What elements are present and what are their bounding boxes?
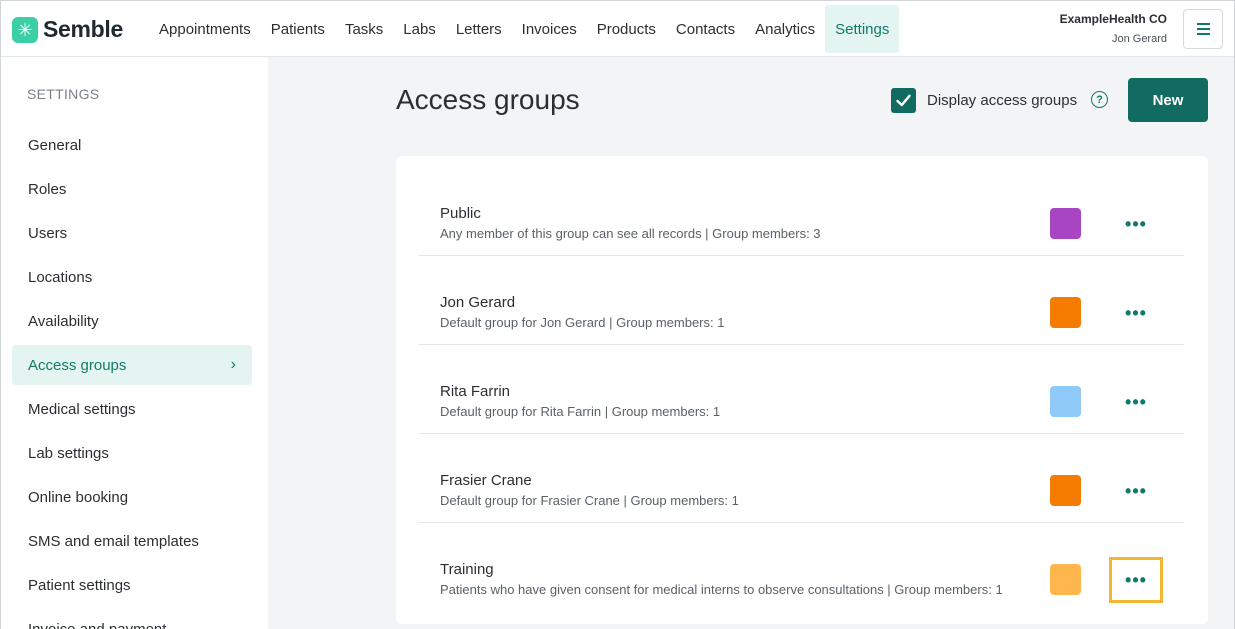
nav-contacts[interactable]: Contacts: [666, 5, 745, 53]
semble-logo-icon: ✳: [12, 16, 38, 43]
group-name: Rita Farrin: [440, 383, 511, 400]
semble-logo[interactable]: ✳ Semble: [12, 16, 123, 43]
sidebar-item-availability[interactable]: Availability: [12, 301, 252, 341]
nav-invoices[interactable]: Invoices: [512, 5, 587, 53]
sidebar-list: General Roles Users Locations Availabili…: [12, 125, 252, 629]
page-title: Access groups: [396, 84, 580, 115]
more-options-icon[interactable]: •••: [1109, 201, 1163, 247]
sidebar-item-label: Lab settings: [28, 444, 109, 462]
access-groups-list: Public Any member of this group can see …: [396, 156, 1208, 624]
group-color-swatch: [1050, 297, 1081, 328]
chevron-right-icon: ›: [230, 356, 236, 373]
sidebar-item-patient-settings[interactable]: Patient settings: [12, 565, 252, 605]
nav-labs[interactable]: Labs: [393, 5, 446, 53]
access-group-row: Training Patients who have given consent…: [419, 523, 1184, 612]
nav-tasks[interactable]: Tasks: [335, 5, 393, 53]
hamburger-icon-bar: [1196, 33, 1210, 35]
hamburger-icon-bar: [1196, 28, 1210, 30]
nav-analytics[interactable]: Analytics: [745, 5, 825, 53]
main-nav: Appointments Patients Tasks Labs Letters…: [149, 5, 900, 53]
main-content: Access groups Display access groups ? Ne…: [268, 57, 1234, 629]
group-name: Training: [440, 561, 494, 578]
sidebar-item-invoice-payment[interactable]: Invoice and payment: [12, 609, 252, 629]
group-description: Any member of this group can see all rec…: [440, 226, 821, 241]
checkmark-icon: [896, 94, 911, 107]
sidebar-item-online-booking[interactable]: Online booking: [12, 477, 252, 517]
more-options-icon[interactable]: •••: [1109, 557, 1163, 603]
display-access-groups-checkbox[interactable]: [891, 88, 916, 113]
group-name: Jon Gerard: [440, 294, 516, 311]
settings-sidebar: SETTINGS General Roles Users Locations A…: [1, 57, 268, 629]
org-name: ExampleHealth CO: [1059, 12, 1167, 26]
sidebar-item-label: Availability: [28, 312, 99, 330]
sidebar-item-users[interactable]: Users: [12, 213, 252, 253]
display-access-groups-toggle[interactable]: Display access groups: [891, 88, 1077, 113]
more-options-icon[interactable]: •••: [1109, 468, 1163, 514]
nav-products[interactable]: Products: [587, 5, 666, 53]
user-name: Jon Gerard: [1111, 33, 1167, 45]
sidebar-item-medical-settings[interactable]: Medical settings: [12, 389, 252, 429]
account-info[interactable]: ExampleHealth CO Jon Gerard: [1060, 12, 1167, 45]
sidebar-item-lab-settings[interactable]: Lab settings: [12, 433, 252, 473]
top-header: ✳ Semble Appointments Patients Tasks Lab…: [1, 1, 1234, 57]
access-group-row: Jon Gerard Default group for Jon Gerard …: [419, 256, 1184, 345]
sidebar-item-general[interactable]: General: [12, 125, 252, 165]
main-menu-button[interactable]: [1183, 9, 1223, 49]
access-group-row: Frasier Crane Default group for Frasier …: [419, 434, 1184, 523]
nav-letters[interactable]: Letters: [446, 5, 512, 53]
hamburger-icon: [1196, 23, 1210, 25]
help-icon[interactable]: ?: [1091, 91, 1108, 108]
sidebar-item-label: Users: [28, 224, 68, 242]
group-name: Frasier Crane: [440, 472, 532, 489]
group-description: Default group for Frasier Crane | Group …: [440, 493, 739, 508]
more-options-icon[interactable]: •••: [1109, 290, 1163, 336]
sidebar-item-label: Medical settings: [28, 400, 136, 418]
sidebar-item-label: SMS and email templates: [28, 532, 199, 550]
access-group-row: Rita Farrin Default group for Rita Farri…: [419, 345, 1184, 434]
more-options-icon[interactable]: •••: [1109, 379, 1163, 425]
new-button[interactable]: New: [1128, 78, 1208, 122]
nav-patients[interactable]: Patients: [261, 5, 335, 53]
sidebar-item-label: Locations: [28, 268, 93, 286]
brand-name: Semble: [43, 16, 124, 42]
sidebar-item-label: Roles: [28, 180, 67, 198]
sidebar-item-locations[interactable]: Locations: [12, 257, 252, 297]
group-color-swatch: [1050, 208, 1081, 239]
display-access-groups-label: Display access groups: [927, 92, 1078, 109]
group-color-swatch: [1050, 564, 1081, 595]
sidebar-item-roles[interactable]: Roles: [12, 169, 252, 209]
group-color-swatch: [1050, 386, 1081, 417]
group-color-swatch: [1050, 475, 1081, 506]
sidebar-item-label: Patient settings: [28, 576, 131, 594]
group-description: Patients who have given consent for medi…: [440, 582, 1003, 597]
nav-settings[interactable]: Settings: [825, 5, 900, 53]
group-description: Default group for Rita Farrin | Group me…: [440, 404, 721, 419]
sidebar-item-sms-email-templates[interactable]: SMS and email templates: [12, 521, 252, 561]
sidebar-item-label: General: [28, 136, 82, 154]
group-description: Default group for Jon Gerard | Group mem…: [440, 315, 725, 330]
access-group-row: Public Any member of this group can see …: [419, 167, 1184, 256]
sidebar-item-label: Online booking: [28, 488, 129, 506]
sidebar-item-label: Invoice and payment: [28, 620, 167, 629]
nav-appointments[interactable]: Appointments: [149, 5, 261, 53]
sidebar-item-label: Access groups: [28, 356, 127, 374]
group-name: Public: [440, 205, 481, 222]
sidebar-item-access-groups[interactable]: Access groups ›: [12, 345, 252, 385]
sidebar-heading: SETTINGS: [27, 86, 100, 102]
